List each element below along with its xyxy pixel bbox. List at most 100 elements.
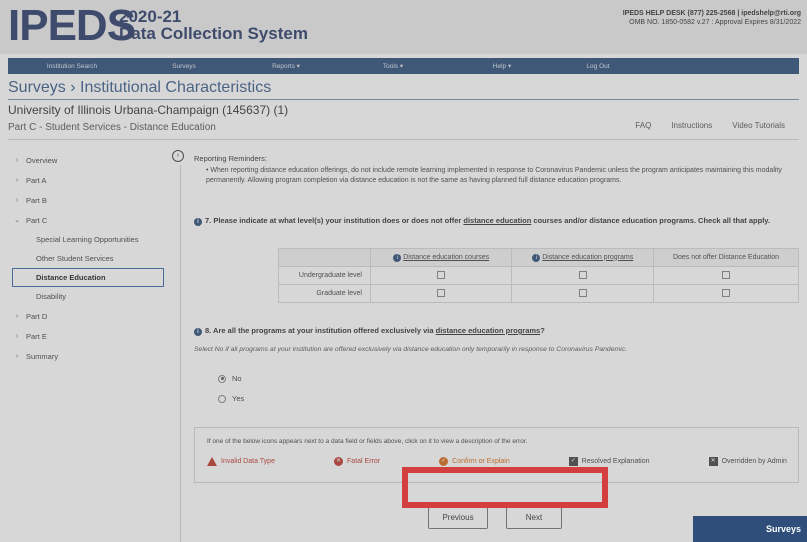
header-divider: [8, 139, 799, 140]
question-8: i 8. Are all the programs at your institu…: [194, 326, 545, 336]
previous-button[interactable]: Previous: [428, 507, 488, 529]
radio-unselected-icon: [218, 394, 226, 403]
confirm-icon: ✓: [439, 457, 449, 466]
surveys-corner-tab[interactable]: Surveys: [693, 516, 807, 542]
sidebar-subitem-special-learning[interactable]: Special Learning Opportunities: [8, 230, 178, 249]
sidebar-item-part-e[interactable]: › Part E: [8, 326, 178, 346]
info-icon[interactable]: i: [194, 328, 202, 336]
grad-programs-checkbox[interactable]: [578, 288, 587, 297]
nav-reports[interactable]: Reports ▾: [232, 62, 340, 70]
sidebar-item-label: Part B: [26, 195, 47, 205]
sidebar: › Overview › Part A › Part B ⌄ Part C Specia…: [8, 150, 178, 366]
radio-no[interactable]: No: [218, 374, 242, 383]
highlight-box: [402, 467, 608, 508]
sidebar-item-part-c[interactable]: ⌄ Part C: [8, 210, 178, 230]
main-nav: Institution Search Surveys Reports ▾ Too…: [8, 58, 799, 74]
question-7: i 7. Please indicate at what level(s) you…: [194, 216, 804, 226]
undergrad-none-checkbox[interactable]: [722, 270, 730, 279]
helpdesk-info: IPEDS HELP DESK (877) 225-2568 | ipedshe…: [623, 9, 801, 27]
main-content: Reporting Reminders: • When reporting di…: [194, 154, 799, 529]
programs-link[interactable]: Distance education programs: [542, 254, 633, 261]
radio-selected-icon: [218, 374, 226, 383]
table-row: Graduate level: [278, 284, 799, 303]
courses-link[interactable]: Distance education courses: [403, 254, 489, 261]
question-7-suffix: courses and/or distance education progra…: [531, 216, 771, 225]
sidebar-item-label: Overview: [26, 155, 58, 165]
legend-overridden-by-admin: ✕ Overridden by Admin: [708, 457, 787, 466]
instructions-link[interactable]: Instructions: [671, 121, 712, 130]
sidebar-item-summary[interactable]: › Summary: [8, 346, 178, 366]
radio-yes-label: Yes: [232, 394, 245, 403]
sidebar-item-part-a[interactable]: › Part A: [8, 170, 178, 190]
ipeds-logo: IPEDS: [8, 1, 136, 50]
cell-grad-courses: [369, 284, 513, 303]
question-7-table: i Distance education courses i Distance …: [278, 248, 799, 303]
chevron-right-icon: ›: [15, 196, 19, 204]
legend-label: Fatal Error: [347, 458, 381, 465]
breadcrumb-divider: [8, 99, 799, 100]
legend-label: Invalid Data Type: [221, 458, 275, 465]
grad-courses-checkbox[interactable]: [437, 288, 446, 297]
help-links: FAQ Instructions Video Tutorials: [635, 121, 785, 130]
grad-none-checkbox[interactable]: [722, 288, 730, 297]
next-button[interactable]: Next: [506, 507, 562, 529]
chevron-right-icon: ›: [15, 156, 19, 164]
legend-note: If one of the below icons appears next t…: [207, 438, 528, 445]
legend-items: Invalid Data Type ✕ Fatal Error ✓ Confirm …: [207, 457, 787, 466]
warning-triangle-icon: [207, 457, 217, 466]
legend-fatal-error: ✕ Fatal Error: [334, 457, 380, 466]
nav-surveys[interactable]: Surveys: [136, 63, 232, 70]
info-icon[interactable]: i: [393, 253, 402, 262]
info-icon[interactable]: i: [532, 253, 541, 262]
legend-confirm-or-explain: ✓ Confirm or Explain: [439, 457, 510, 466]
sidebar-divider: [180, 165, 181, 542]
question-8-note: Select No if all programs at your instit…: [194, 346, 627, 353]
table-corner: [278, 248, 371, 267]
video-tutorials-link[interactable]: Video Tutorials: [732, 121, 785, 130]
cell-undergrad-courses: [369, 266, 513, 285]
chevron-right-icon: ›: [15, 352, 19, 360]
breadcrumb: Surveys › Institutional Characteristics: [8, 79, 272, 96]
distance-education-link[interactable]: distance education: [463, 216, 531, 225]
sidebar-item-overview[interactable]: › Overview: [8, 150, 178, 170]
distance-education-programs-link[interactable]: distance education programs: [436, 326, 541, 335]
sidebar-item-label: Part E: [26, 331, 47, 341]
sidebar-subitem-distance-education[interactable]: Distance Education: [12, 268, 164, 287]
radio-no-label: No: [232, 374, 242, 383]
app-header: IPEDS 2020-21 Data Collection System IPE…: [0, 0, 807, 54]
row-label-graduate: Graduate level: [278, 284, 371, 303]
sidebar-subitem-other-student-services[interactable]: Other Student Services: [8, 249, 178, 268]
sidebar-item-part-d[interactable]: › Part D: [8, 306, 178, 326]
legend-label: Resolved Explanation: [581, 458, 650, 465]
radio-yes[interactable]: Yes: [218, 394, 244, 403]
sidebar-item-part-b[interactable]: › Part B: [8, 190, 178, 210]
cell-grad-none: [653, 284, 799, 303]
nav-logout[interactable]: Log Out: [558, 63, 638, 70]
faq-link[interactable]: FAQ: [635, 121, 651, 130]
info-icon[interactable]: i: [194, 218, 202, 226]
undergrad-programs-checkbox[interactable]: [578, 270, 587, 279]
resolved-check-icon: ✓: [568, 457, 578, 466]
row-label-undergraduate: Undergraduate level: [278, 266, 371, 285]
col-header-does-not-offer: Does not offer Distance Education: [653, 248, 799, 267]
nav-help[interactable]: Help ▾: [446, 62, 558, 70]
undergrad-courses-checkbox[interactable]: [437, 270, 446, 279]
page-title: Part C - Student Services - Distance Edu…: [8, 122, 216, 133]
sidebar-item-label: Part A: [26, 175, 47, 185]
institution-name: University of Illinois Urbana-Champaign …: [8, 103, 289, 117]
cell-undergrad-none: [653, 266, 799, 285]
nav-tools[interactable]: Tools ▾: [340, 62, 446, 70]
cell-grad-programs: [511, 284, 655, 303]
collapse-sidebar-icon[interactable]: ‹: [172, 150, 184, 162]
chevron-right-icon: ›: [15, 176, 19, 184]
fatal-error-icon: ✕: [334, 457, 344, 466]
question-8-suffix: ?: [540, 326, 545, 335]
reminders-text: When reporting distance education offeri…: [206, 167, 782, 184]
chevron-right-icon: ›: [15, 332, 19, 340]
sidebar-subitem-disability[interactable]: Disability: [8, 287, 178, 306]
sidebar-item-label: Part D: [26, 311, 48, 321]
reminders-title: Reporting Reminders:: [194, 154, 267, 163]
nav-institution-search[interactable]: Institution Search: [8, 63, 136, 70]
sidebar-item-label: Part C: [26, 215, 48, 225]
chevron-down-icon: ⌄: [14, 217, 20, 224]
